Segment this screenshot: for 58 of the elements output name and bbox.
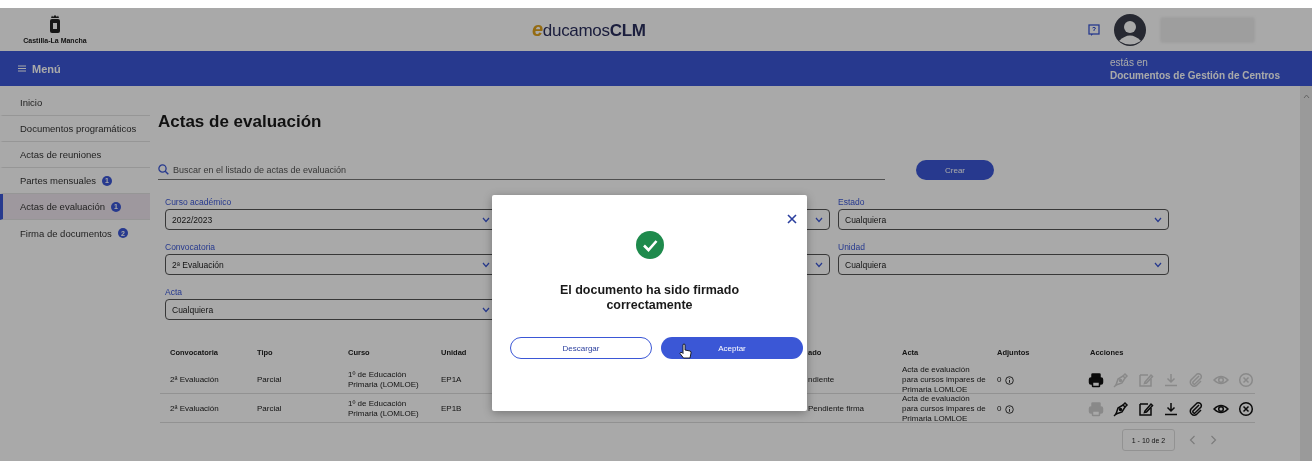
info-icon[interactable]	[1005, 404, 1015, 414]
sidebar-item[interactable]: Actas de reuniones	[0, 142, 150, 168]
hand-cursor-icon	[679, 343, 692, 360]
accept-button[interactable]: Aceptar	[661, 337, 803, 359]
field-label: Unidad	[838, 241, 866, 253]
table-cell: Acta de evaluación para cursos impares de Primaria LOMLOE	[902, 365, 987, 395]
attachment-count: 0	[997, 404, 1002, 414]
chevron-icon	[482, 261, 490, 268]
table-cell: EP1A	[441, 375, 462, 385]
download-icon[interactable]	[1163, 401, 1179, 417]
chevron-icon	[1154, 216, 1162, 223]
close-icon[interactable]	[785, 212, 799, 226]
menu-label[interactable]: Menú	[32, 62, 61, 75]
sidebar-item[interactable]: Documentos programáticos	[0, 116, 150, 142]
download-button[interactable]: Descargar	[510, 337, 652, 359]
table-cell: Parcial	[257, 404, 282, 414]
chevron-icon	[815, 216, 823, 223]
select-field[interactable]: Cualquiera	[838, 209, 1169, 230]
chevron-icon	[482, 306, 490, 313]
table-cell: Parcial	[257, 375, 282, 385]
field-label: Convocatoria	[165, 241, 217, 253]
note-edit-icon[interactable]	[1138, 401, 1154, 417]
success-check-icon	[635, 231, 664, 259]
castle-crest-icon	[49, 15, 61, 35]
attachment-count: 0	[997, 375, 1002, 385]
table-cell: 2ª Evaluación	[170, 404, 219, 414]
info-icon[interactable]	[1005, 375, 1015, 385]
search-icon	[158, 164, 169, 175]
location-caption: estás en	[1110, 55, 1149, 69]
page-title: Actas de evaluación	[158, 112, 323, 132]
location-name: Documentos de Gestión de Centros	[1110, 68, 1282, 82]
chevron-icon	[815, 261, 823, 268]
table-cell: ndiente	[808, 375, 835, 385]
table-cell: EP1B	[441, 404, 462, 414]
scrollbar[interactable]	[1300, 86, 1312, 461]
help-icon[interactable]	[1088, 23, 1100, 36]
brand-logo: educamosCLM	[532, 18, 646, 41]
create-button[interactable]: Crear	[916, 160, 994, 180]
table-cell-text: 1º de Educación Primaria (LOMLOE)	[348, 370, 420, 390]
sidebar-item[interactable]: Inicio	[0, 90, 150, 116]
field-label: Curso académico	[165, 196, 233, 208]
pen-nib-icon[interactable]	[1113, 401, 1129, 417]
menu-icon[interactable]	[18, 65, 26, 72]
paperclip-icon[interactable]	[1188, 401, 1204, 417]
select-field[interactable]: Cualquiera	[838, 254, 1169, 275]
chevron-icon	[1154, 261, 1162, 268]
avatar-icon[interactable]	[1114, 13, 1146, 46]
field-label: Acta	[165, 286, 183, 298]
dialog-message: El documento ha sido firmado correctamente	[558, 283, 741, 313]
table-cell: Acta de evaluación para cursos impares de Primaria LOMLOE	[902, 394, 987, 424]
table-cell: 2ª Evaluación	[170, 375, 219, 385]
search-field[interactable]: Buscar en el listado de actas de evaluación	[173, 164, 885, 175]
table-cell-text: 1º de Educación Primaria (LOMLOE)	[348, 399, 420, 419]
x-circle-icon[interactable]	[1238, 401, 1254, 417]
table-cell: Pendiente firma	[808, 404, 865, 414]
printer-icon[interactable]	[1088, 372, 1104, 388]
chevron-icon	[482, 216, 490, 223]
field-label: Estado	[838, 196, 866, 208]
